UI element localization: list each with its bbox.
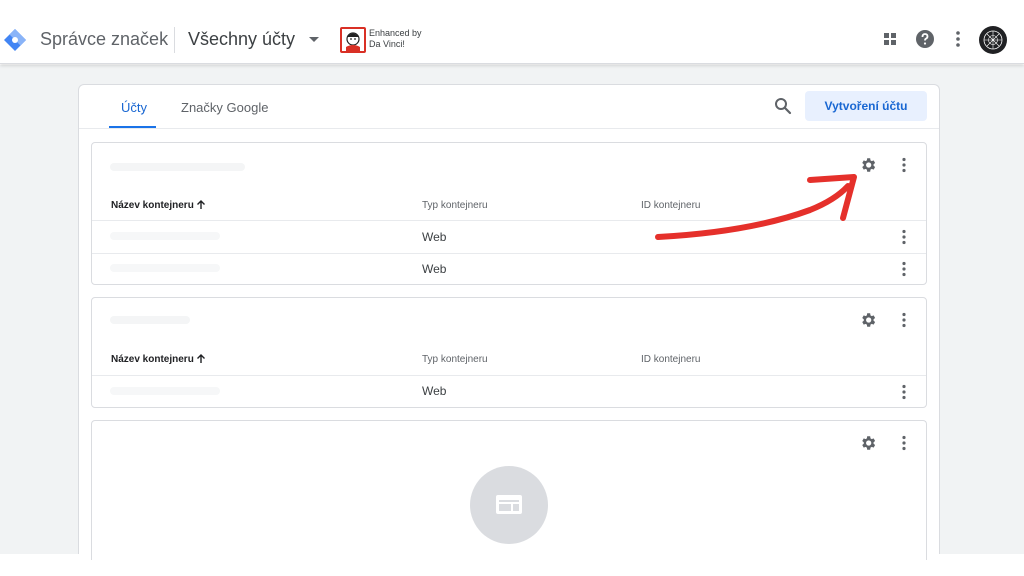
account-name-redacted[interactable] bbox=[110, 163, 245, 171]
empty-state-illustration bbox=[470, 466, 548, 544]
web-container-icon bbox=[496, 495, 522, 514]
create-account-button[interactable]: Vytvoření účtu bbox=[805, 91, 927, 121]
more-vert-icon[interactable] bbox=[897, 384, 911, 400]
tab-google-tags[interactable]: Značky Google bbox=[181, 100, 268, 115]
extension-label: Enhanced by Da Vinci! bbox=[369, 28, 422, 50]
column-header-type: Typ kontejneru bbox=[422, 200, 488, 211]
container-type: Web bbox=[422, 384, 447, 398]
container-name-redacted[interactable] bbox=[110, 264, 220, 272]
account-panel: Název kontejneru Typ kontejneru ID konte… bbox=[91, 142, 927, 285]
container-name-redacted[interactable] bbox=[110, 232, 220, 240]
top-bar: Správce značek Všechny účty Enhanced by … bbox=[0, 0, 1024, 64]
gear-icon[interactable] bbox=[859, 311, 877, 329]
tabs-divider bbox=[79, 128, 939, 129]
gear-icon[interactable] bbox=[859, 156, 877, 174]
apps-icon[interactable] bbox=[880, 29, 900, 49]
extension-label-line2: Da Vinci! bbox=[369, 39, 405, 49]
column-header-name[interactable]: Název kontejneru bbox=[111, 200, 194, 211]
account-panel bbox=[91, 420, 927, 560]
container-type: Web bbox=[422, 262, 447, 276]
more-vert-icon[interactable] bbox=[897, 261, 911, 277]
row-divider bbox=[92, 253, 926, 254]
header-divider bbox=[174, 27, 175, 53]
column-header-id: ID kontejneru bbox=[641, 200, 701, 211]
column-header-type: Typ kontejneru bbox=[422, 354, 488, 365]
search-icon[interactable] bbox=[774, 97, 792, 115]
tag-manager-logo bbox=[4, 29, 26, 51]
more-vert-icon[interactable] bbox=[897, 157, 911, 173]
extension-label-line1: Enhanced by bbox=[369, 28, 422, 38]
extension-icon[interactable] bbox=[340, 27, 366, 53]
account-name-redacted[interactable] bbox=[110, 316, 190, 324]
tab-accounts[interactable]: Účty bbox=[121, 100, 147, 115]
arrow-up-icon[interactable] bbox=[196, 200, 206, 210]
avatar[interactable] bbox=[979, 26, 1007, 54]
more-vert-icon[interactable] bbox=[897, 229, 911, 245]
app-title: Správce značek bbox=[40, 29, 169, 49]
caret-down-icon[interactable] bbox=[309, 37, 319, 42]
account-panel: Název kontejneru Typ kontejneru ID konte… bbox=[91, 297, 927, 408]
account-selector[interactable]: Všechny účty bbox=[188, 29, 295, 50]
container-type: Web bbox=[422, 230, 447, 244]
help-icon[interactable] bbox=[915, 29, 935, 49]
row-divider bbox=[92, 375, 926, 376]
more-vert-icon[interactable] bbox=[897, 435, 911, 451]
column-header-id: ID kontejneru bbox=[641, 354, 701, 365]
arrow-up-icon[interactable] bbox=[196, 354, 206, 364]
more-vert-icon[interactable] bbox=[897, 312, 911, 328]
more-vert-icon[interactable] bbox=[948, 29, 968, 49]
row-divider bbox=[92, 220, 926, 221]
gear-icon[interactable] bbox=[859, 434, 877, 452]
column-header-name[interactable]: Název kontejneru bbox=[111, 354, 194, 365]
container-name-redacted[interactable] bbox=[110, 387, 220, 395]
